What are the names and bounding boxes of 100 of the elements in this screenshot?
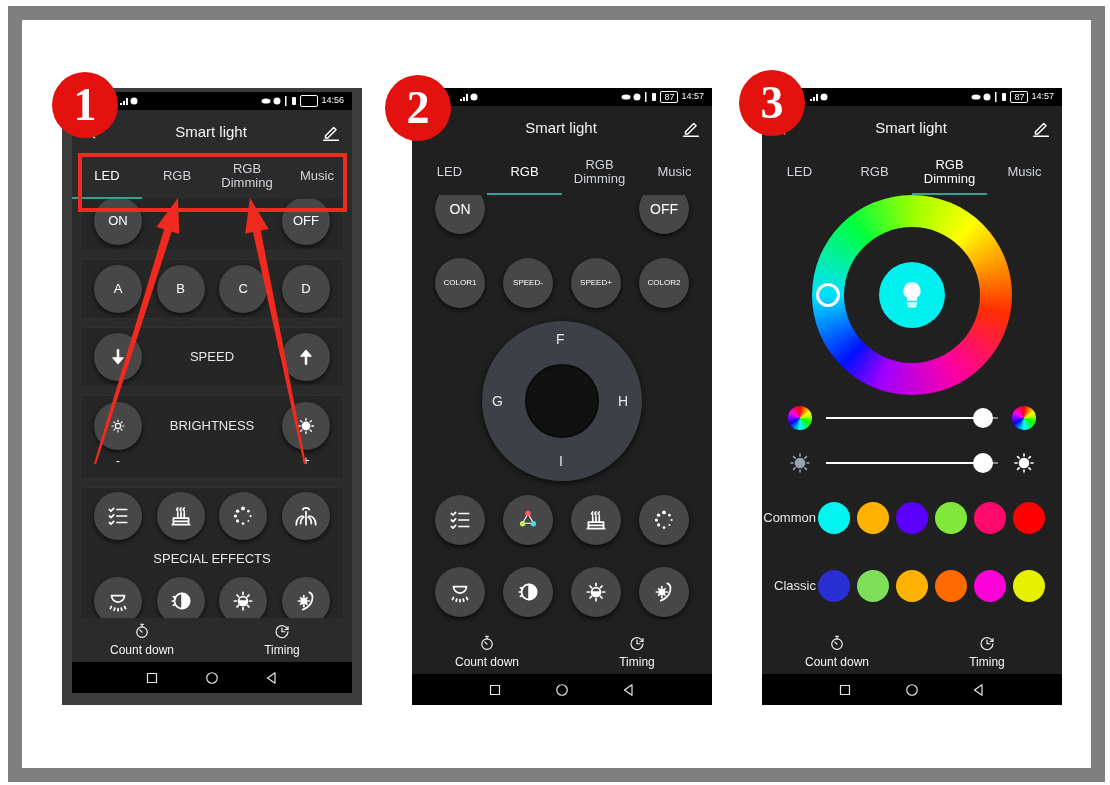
power-button[interactable]: OFF — [282, 199, 330, 245]
tab[interactable]: RGB Dimming — [912, 150, 987, 195]
footer-button[interactable]: Count down — [412, 634, 562, 674]
minus-label: - — [114, 452, 122, 470]
battery-icon: 87 — [660, 91, 679, 103]
tab[interactable]: RGB — [837, 150, 912, 195]
tab[interactable]: RGB — [142, 154, 212, 199]
step-badge: 3 — [739, 70, 805, 136]
footer-button[interactable]: Timing — [212, 622, 352, 662]
effect-button[interactable] — [571, 495, 621, 545]
footer-button[interactable]: Timing — [562, 634, 712, 674]
key-button[interactable]: D — [281, 265, 330, 313]
effect-button[interactable] — [94, 492, 142, 540]
color-wheel-icon — [788, 406, 812, 430]
slider-thumb[interactable] — [973, 408, 994, 428]
key-button[interactable]: SPEED+ — [571, 258, 621, 308]
tab[interactable]: Music — [282, 154, 352, 199]
step-badge: 1 — [52, 72, 118, 138]
palette-label: Classic — [774, 577, 816, 596]
effect-button[interactable] — [156, 576, 205, 618]
color-swatch[interactable] — [974, 502, 1006, 534]
brightness-down-button[interactable] — [94, 402, 142, 450]
footer-button[interactable]: Count down — [72, 622, 212, 662]
key-button[interactable]: A — [94, 265, 142, 313]
power-button[interactable]: ON — [435, 195, 485, 234]
slider-thumb[interactable] — [973, 453, 994, 473]
effect-button[interactable] — [435, 495, 485, 545]
tab[interactable]: LED — [412, 150, 487, 195]
clock-icon — [628, 634, 646, 652]
key-button[interactable]: B — [156, 265, 205, 313]
status-time: 14:57 — [681, 90, 704, 104]
tab[interactable]: RGB Dimming — [562, 150, 637, 195]
key-button[interactable]: C — [219, 265, 268, 313]
brightness-label: BRIGHTNESS — [169, 417, 255, 436]
effect-button[interactable] — [219, 492, 268, 540]
app-title: Smart light — [875, 117, 947, 138]
color-swatch[interactable] — [935, 570, 967, 602]
app-title: Smart light — [175, 121, 247, 142]
power-button[interactable]: OFF — [639, 195, 689, 234]
slider[interactable] — [826, 408, 998, 428]
color-swatch[interactable] — [857, 570, 889, 602]
stopwatch-icon — [828, 634, 846, 652]
effect-button[interactable] — [156, 492, 205, 540]
status-time: 14:57 — [1031, 90, 1054, 104]
color-picker-handle[interactable] — [816, 283, 840, 307]
app-title: Smart light — [525, 117, 597, 138]
color-wheel-icon — [1012, 406, 1036, 430]
speed-up-button[interactable] — [282, 333, 330, 381]
direction-key[interactable]: H — [618, 391, 629, 412]
direction-pad[interactable]: F G H I — [482, 321, 642, 481]
color-swatch[interactable] — [896, 570, 928, 602]
palette-label: Common — [763, 509, 816, 528]
color-swatch[interactable] — [818, 570, 850, 602]
effect-button[interactable] — [94, 576, 142, 618]
slider[interactable] — [826, 453, 998, 473]
step-badge: 2 — [385, 75, 451, 141]
tab[interactable]: Music — [987, 150, 1062, 195]
clock-icon — [978, 634, 996, 652]
sun-icon — [296, 416, 316, 436]
effect-button[interactable] — [639, 567, 689, 617]
key-button[interactable]: COLOR1 — [435, 258, 485, 308]
tab[interactable]: RGB Dimming — [212, 154, 282, 199]
effect-button[interactable] — [435, 567, 485, 617]
sun-icon — [1012, 451, 1036, 475]
key-button[interactable]: COLOR2 — [639, 258, 689, 308]
status-time: 14:56 — [321, 94, 344, 108]
effect-button[interactable] — [639, 495, 689, 545]
effect-button[interactable] — [219, 576, 268, 618]
color-swatch[interactable] — [935, 502, 967, 534]
effect-button[interactable] — [571, 567, 621, 617]
direction-key[interactable]: F — [556, 329, 565, 350]
sun-icon — [788, 451, 812, 475]
color-swatch[interactable] — [974, 570, 1006, 602]
color-swatch[interactable] — [818, 502, 850, 534]
tab[interactable]: LED — [762, 150, 837, 195]
stopwatch-icon — [478, 634, 496, 652]
brightness-up-button[interactable] — [282, 402, 330, 450]
sun-icon — [109, 417, 127, 435]
effect-button[interactable] — [503, 495, 553, 545]
effect-button[interactable] — [281, 492, 330, 540]
color-swatch[interactable] — [896, 502, 928, 534]
color-swatch[interactable] — [1013, 570, 1045, 602]
effect-button[interactable] — [281, 576, 330, 618]
footer-button[interactable]: Timing — [912, 634, 1062, 674]
color-swatch[interactable] — [1013, 502, 1045, 534]
clock-icon — [273, 622, 291, 640]
effect-button[interactable] — [503, 567, 553, 617]
speed-label: SPEED — [189, 348, 235, 367]
tab[interactable]: Music — [637, 150, 712, 195]
battery-icon — [300, 95, 319, 107]
color-swatch[interactable] — [857, 502, 889, 534]
direction-key[interactable]: G — [492, 391, 503, 412]
key-button[interactable]: SPEED- — [503, 258, 553, 308]
battery-icon: 87 — [1010, 91, 1029, 103]
power-button[interactable]: ON — [94, 199, 142, 245]
section-label: SPECIAL EFFECTS — [153, 551, 271, 566]
footer-button[interactable]: Count down — [762, 634, 912, 674]
tab[interactable]: RGB — [487, 150, 562, 195]
direction-key[interactable]: I — [559, 451, 563, 472]
stopwatch-icon — [133, 622, 151, 640]
